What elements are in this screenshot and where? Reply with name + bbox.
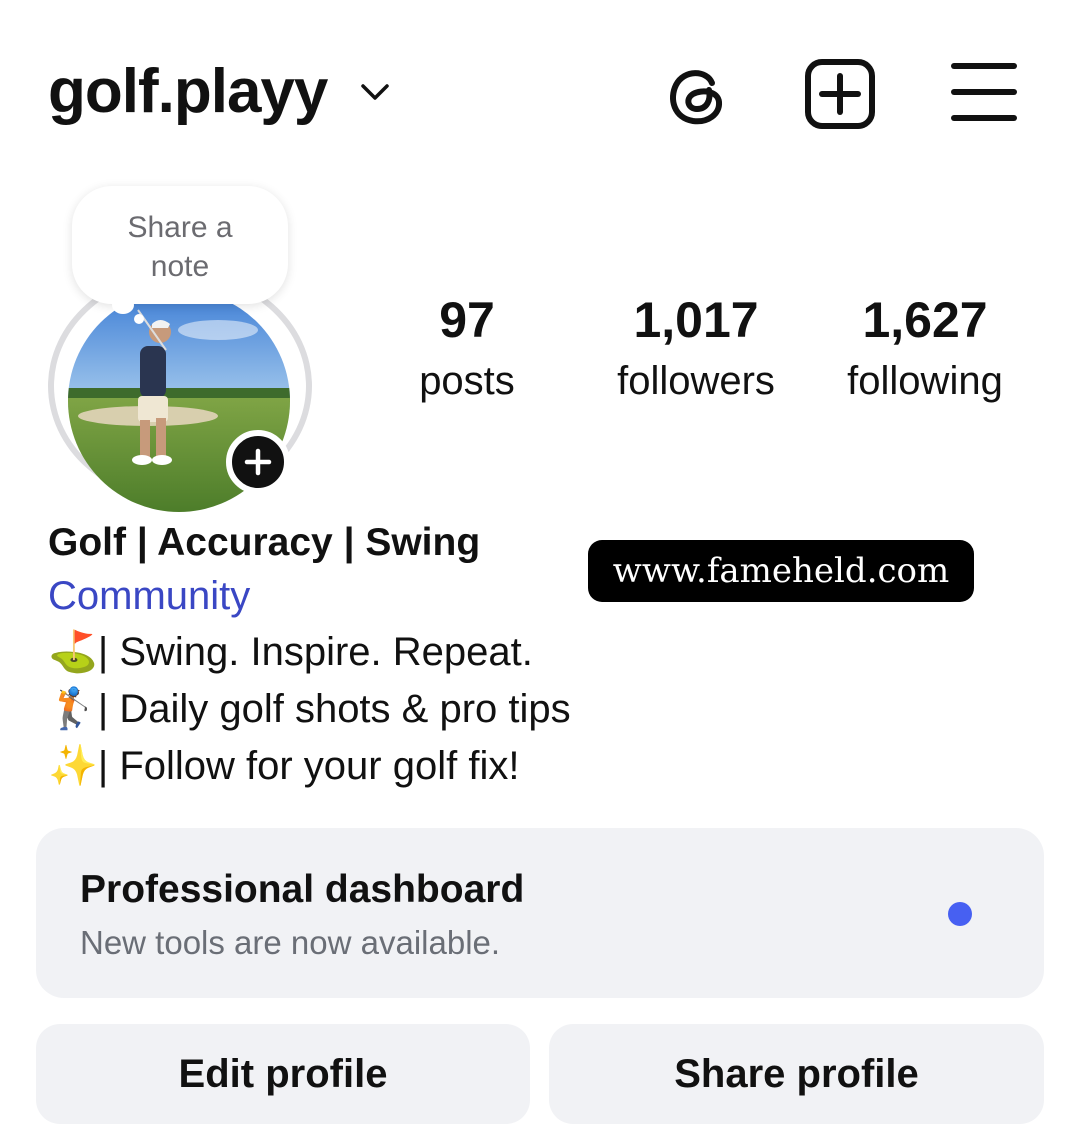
following-label: following bbox=[847, 359, 1003, 403]
stat-posts[interactable]: 97 posts bbox=[400, 290, 534, 412]
dashboard-title: Professional dashboard bbox=[80, 868, 525, 911]
golfer-emoji: 🏌 bbox=[48, 687, 98, 731]
sparkles-emoji: ✨ bbox=[48, 744, 98, 788]
username[interactable]: golf.playy bbox=[48, 52, 328, 132]
watermark-label: www.fameheld.com bbox=[588, 540, 974, 602]
display-name: Golf | Accuracy | Swing bbox=[48, 521, 481, 564]
bio-line: 🏌| Daily golf shots & pro tips bbox=[48, 681, 668, 738]
note-bubble-tail-dot bbox=[134, 314, 144, 324]
profile-header: golf.playy bbox=[0, 0, 1074, 180]
edit-profile-button[interactable]: Edit profile bbox=[36, 1024, 530, 1124]
dashboard-subtitle: New tools are now available. bbox=[80, 924, 501, 961]
share-profile-button[interactable]: Share profile bbox=[549, 1024, 1044, 1124]
bio-line: ⛳| Swing. Inspire. Repeat. bbox=[48, 624, 668, 681]
bio-line-text: | Follow for your golf fix! bbox=[97, 744, 520, 788]
threads-icon[interactable] bbox=[660, 56, 736, 132]
posts-label: posts bbox=[419, 359, 515, 403]
menu-icon[interactable] bbox=[948, 56, 1024, 132]
bio-line: ✨| Follow for your golf fix! bbox=[48, 738, 668, 795]
stat-following[interactable]: 1,627 following bbox=[834, 290, 1016, 412]
followers-label: followers bbox=[617, 359, 775, 403]
profile-bio: Golf | Accuracy | Swing Community ⛳| Swi… bbox=[48, 518, 668, 795]
profile-category[interactable]: Community bbox=[48, 568, 668, 624]
posts-count: 97 bbox=[439, 292, 495, 348]
bio-line-text: | Swing. Inspire. Repeat. bbox=[97, 630, 533, 674]
chevron-down-icon[interactable] bbox=[357, 74, 393, 110]
notification-dot bbox=[948, 902, 972, 926]
add-story-button[interactable] bbox=[226, 430, 290, 494]
stat-followers[interactable]: 1,017 followers bbox=[604, 290, 788, 412]
bio-line-text: | Daily golf shots & pro tips bbox=[97, 687, 571, 731]
golf-flag-emoji: ⛳ bbox=[48, 630, 98, 674]
share-note-bubble[interactable]: Share a note bbox=[72, 186, 288, 304]
professional-dashboard-card[interactable]: Professional dashboard New tools are now… bbox=[36, 828, 1044, 998]
note-bubble-tail bbox=[112, 296, 134, 314]
followers-count: 1,017 bbox=[633, 292, 759, 348]
plus-icon bbox=[244, 448, 272, 476]
following-count: 1,627 bbox=[862, 292, 988, 348]
new-post-icon[interactable] bbox=[802, 56, 878, 132]
share-note-text: Share a note bbox=[127, 211, 233, 283]
